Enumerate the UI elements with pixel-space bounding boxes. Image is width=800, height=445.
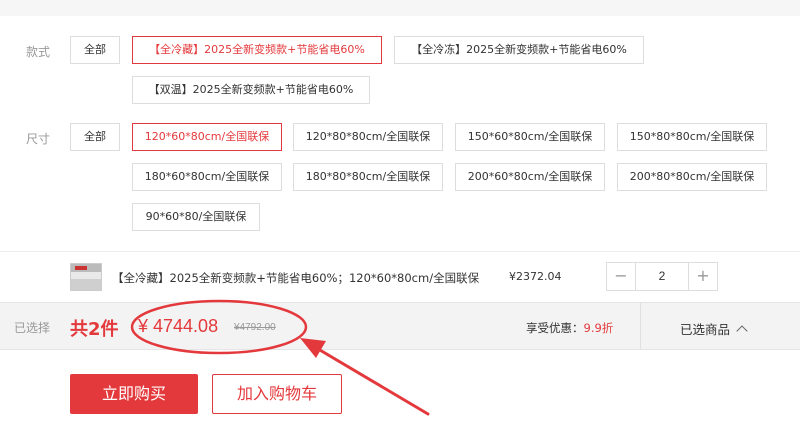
add-to-cart-button[interactable]: 加入购物车: [212, 374, 342, 414]
quantity-input[interactable]: 2: [635, 263, 689, 290]
plus-button[interactable]: +: [689, 263, 717, 290]
discount-value: 9.9折: [583, 321, 614, 335]
summary-label: 已选择: [14, 321, 51, 335]
style-option-dual-temp[interactable]: 【双温】2025全新变频款+节能省电60%: [132, 76, 370, 104]
size-option-120x80x80[interactable]: 120*80*80cm/全国联保: [293, 123, 443, 151]
size-option-90x60x80[interactable]: 90*60*80/全国联保: [132, 203, 260, 231]
product-thumbnail: [70, 263, 102, 291]
summary-count: 共2件: [70, 319, 119, 340]
size-option-180x60x80[interactable]: 180*60*80cm/全国联保: [132, 163, 282, 191]
size-option-200x60x80[interactable]: 200*60*80cm/全国联保: [455, 163, 605, 191]
discount-label: 享受优惠：: [526, 321, 584, 335]
quantity-stepper: − 2 +: [606, 262, 718, 291]
selected-item-name: 【全冷藏】2025全新变频款+节能省电60%；120*60*80cm/全国联保: [112, 271, 480, 285]
top-strip: [0, 0, 800, 16]
summary-bar: 已选择 共2件 ¥ 4744.08 ¥4792.00 享受优惠：9.9折 已选商…: [0, 302, 800, 350]
summary-divider: [640, 303, 641, 349]
size-option-150x80x80[interactable]: 150*80*80cm/全国联保: [617, 123, 767, 151]
selected-goods-toggle[interactable]: 已选商品: [680, 319, 748, 338]
summary-original-price: ¥4792.00: [234, 322, 276, 333]
size-option-all[interactable]: 全部: [70, 123, 120, 151]
selected-goods-label: 已选商品: [680, 322, 731, 337]
size-label: 尺寸: [26, 132, 51, 146]
style-option-all[interactable]: 全部: [70, 36, 120, 64]
buy-now-button[interactable]: 立即购买: [70, 374, 198, 414]
size-option-180x80x80[interactable]: 180*80*80cm/全国联保: [293, 163, 443, 191]
style-option-full-frozen[interactable]: 【全冷冻】2025全新变频款+节能省电60%: [394, 36, 644, 64]
minus-button[interactable]: −: [607, 263, 635, 290]
size-option-200x80x80[interactable]: 200*80*80cm/全国联保: [617, 163, 767, 191]
selected-item-price: ¥2372.04: [509, 270, 562, 283]
style-option-full-refrigerated[interactable]: 【全冷藏】2025全新变频款+节能省电60%: [132, 36, 382, 64]
discount-info: 享受优惠：9.9折: [526, 320, 613, 336]
size-option-150x60x80[interactable]: 150*60*80cm/全国联保: [455, 123, 605, 151]
section-divider: [0, 251, 800, 252]
summary-total-price: ¥ 4744.08: [138, 316, 219, 336]
style-label: 款式: [26, 45, 51, 59]
size-option-120x60x80[interactable]: 120*60*80cm/全国联保: [132, 123, 282, 151]
chevron-up-icon: [736, 325, 748, 337]
